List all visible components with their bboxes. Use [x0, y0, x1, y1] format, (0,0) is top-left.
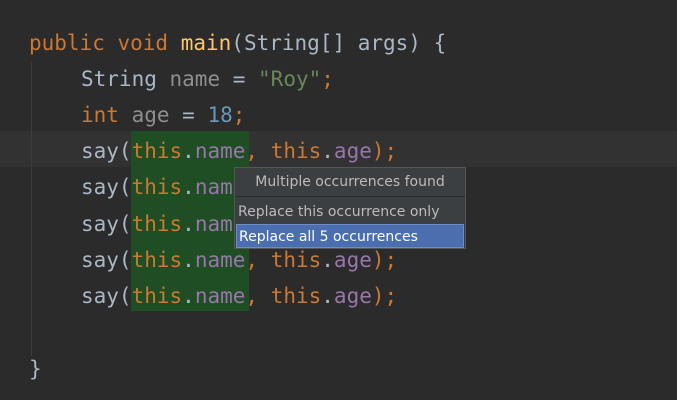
code-token: say( [81, 139, 132, 163]
code-token: . [321, 248, 334, 272]
code-token: 18 [207, 103, 233, 127]
code-line[interactable]: say(this.name, this.age); [81, 133, 397, 169]
code-token: this [270, 284, 322, 308]
code-token: nam [194, 175, 233, 199]
code-token: age [333, 284, 372, 308]
code-token: } [29, 357, 42, 381]
code-token: say( [81, 284, 132, 308]
code-token: age [131, 103, 170, 127]
replace-all-occurrences-option[interactable]: Replace all 5 occurrences [236, 224, 464, 248]
code-token: this [270, 139, 322, 163]
code-line[interactable]: say(this.nam [81, 206, 233, 242]
code-token: this [131, 139, 183, 163]
code-token: say( [81, 248, 132, 272]
code-line[interactable]: say(this.nam [81, 169, 233, 205]
code-line[interactable]: } [29, 351, 42, 387]
code-token: this [131, 248, 183, 272]
code-token: , [245, 284, 271, 308]
code-token: ); [371, 139, 398, 163]
code-token: . [182, 248, 195, 272]
code-token: ; [232, 103, 246, 127]
code-token: ); [371, 248, 398, 272]
code-token: . [321, 139, 334, 163]
code-token: age [333, 139, 372, 163]
code-token: name [194, 248, 246, 272]
code-token: say( [81, 175, 132, 199]
code-line[interactable]: public void main(String[] args) { [29, 25, 446, 61]
code-token: ; [321, 67, 334, 91]
code-token: this [270, 248, 322, 272]
popup-title: Multiple occurrences found [235, 168, 465, 197]
code-line[interactable]: say(this.name, this.age); [81, 278, 397, 314]
code-token: this [131, 212, 183, 236]
replace-occurrences-popup: Multiple occurrences found Replace this … [234, 167, 466, 249]
code-line[interactable]: String name = "Roy"; [81, 61, 334, 97]
code-token: ); [371, 284, 398, 308]
code-token: . [321, 284, 334, 308]
indent-guide [31, 61, 32, 356]
code-token: name [194, 284, 246, 308]
code-token: age [333, 248, 372, 272]
code-token: , [245, 248, 271, 272]
code-token: main [180, 31, 232, 55]
code-token: , [245, 139, 271, 163]
code-token: (String[] args) { [231, 31, 447, 55]
code-token: name [169, 67, 221, 91]
code-token: name [194, 139, 246, 163]
code-token: . [182, 212, 195, 236]
replace-this-occurrence-option[interactable]: Replace this occurrence only [236, 200, 464, 224]
code-token: nam [194, 212, 233, 236]
code-token: . [182, 175, 195, 199]
code-token: . [182, 139, 195, 163]
code-token: "Roy" [258, 67, 322, 91]
code-token: . [182, 284, 195, 308]
code-token: = [220, 67, 259, 91]
code-token: this [131, 175, 183, 199]
code-token: = [169, 103, 208, 127]
code-line[interactable]: int age = 18; [81, 97, 245, 133]
code-token: say( [81, 212, 132, 236]
code-token: String [81, 67, 170, 91]
code-token: this [131, 284, 183, 308]
code-token: int [81, 103, 132, 127]
code-token: public void [29, 31, 181, 55]
